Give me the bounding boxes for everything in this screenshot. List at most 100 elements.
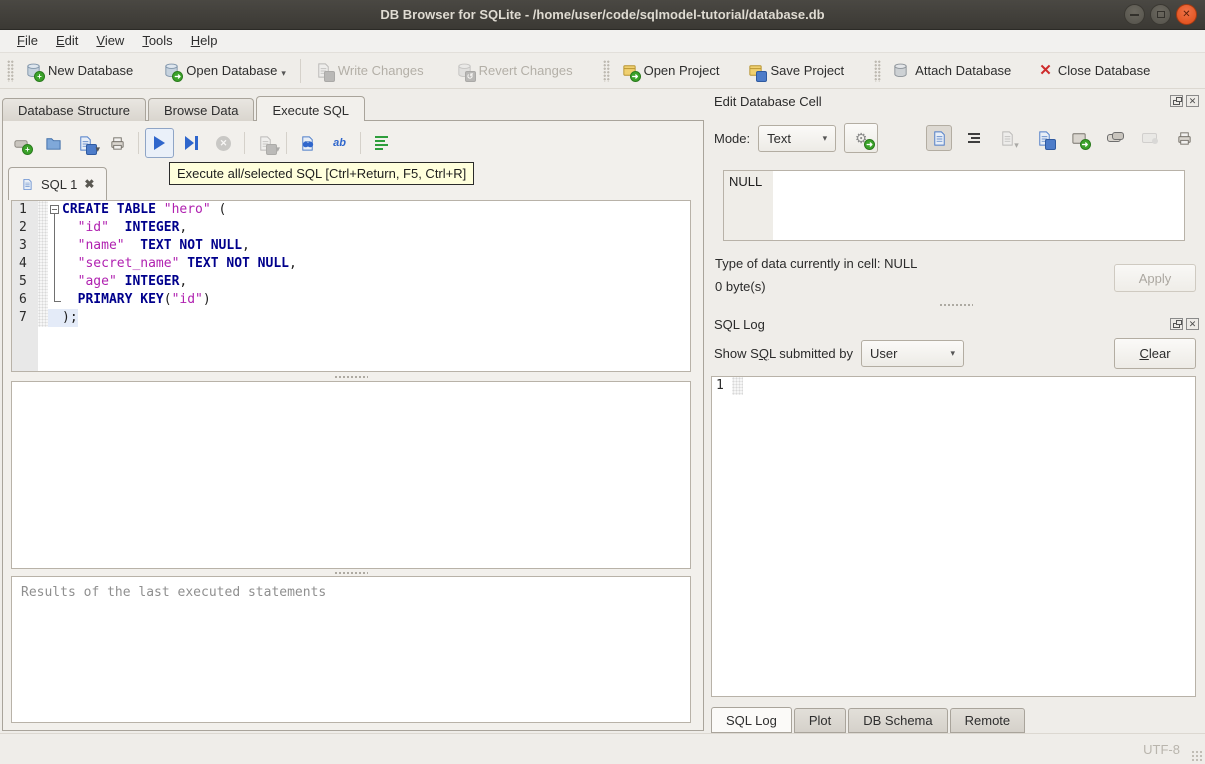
toolbar-drag-handle[interactable] — [602, 59, 610, 82]
open-database-button[interactable]: ➜ Open Database ▾ — [155, 57, 294, 84]
new-sql-tab-button[interactable]: + — [7, 128, 36, 158]
save-sql-file-button[interactable]: ▾ — [71, 128, 100, 158]
open-file-icon — [45, 135, 62, 152]
menu-tools[interactable]: Tools — [133, 30, 181, 52]
save-project-button[interactable]: Save Project — [739, 57, 852, 84]
chevron-down-icon: ▾ — [950, 348, 955, 358]
revert-changes-button[interactable]: ↺ Revert Changes — [448, 57, 581, 84]
print-cell-button[interactable] — [1171, 125, 1197, 151]
resize-grip[interactable] — [1191, 750, 1203, 762]
sql-log-view[interactable]: 1 — [711, 376, 1196, 697]
save-file-dropdown-icon[interactable]: ▾ — [95, 144, 100, 155]
menu-view[interactable]: View — [87, 30, 133, 52]
dock-close-icon[interactable]: ✕ — [1186, 95, 1199, 107]
apply-button[interactable]: Apply — [1114, 264, 1196, 292]
results-message-pane[interactable]: Results of the last executed statements — [11, 576, 691, 723]
stop-icon: ✕ — [216, 135, 231, 151]
code-line[interactable]: 4 "secret_name" TEXT NOT NULL, — [12, 255, 690, 273]
set-null-button[interactable] — [1136, 125, 1162, 151]
close-button[interactable]: ✕ — [1176, 4, 1197, 25]
stop-execution-button[interactable]: ✕ — [209, 128, 238, 158]
close-database-button[interactable]: ✕ Close Database — [1031, 57, 1158, 84]
link-icon — [1107, 132, 1124, 142]
word-wrap-icon — [968, 133, 980, 143]
mode-label: Mode: — [714, 130, 751, 146]
encoding-indicator[interactable]: UTF-8 — [1143, 742, 1180, 757]
tab-execute-sql[interactable]: Execute SQL — [256, 96, 366, 122]
execute-line-button[interactable] — [177, 128, 206, 158]
tab-db-schema[interactable]: DB Schema — [848, 708, 948, 733]
attach-database-button[interactable]: Attach Database — [884, 57, 1019, 84]
toolbar-separator — [299, 58, 301, 83]
execute-all-button[interactable] — [145, 128, 174, 158]
print-sql-button[interactable] — [103, 128, 132, 158]
dock-splitter[interactable] — [706, 301, 1205, 309]
edit-cell-dock-header[interactable]: Edit Database Cell ✕ — [706, 91, 1205, 111]
submitted-by-select[interactable]: User ▾ — [861, 340, 964, 367]
execute-all-icon — [154, 136, 165, 150]
cell-value-editor[interactable]: NULL — [723, 170, 1185, 241]
title-bar[interactable]: DB Browser for SQLite - /home/user/code/… — [0, 0, 1205, 30]
results-placeholder: Results of the last executed statements — [21, 585, 327, 600]
cell-editor-toolbar: ▾ ➜ — [926, 123, 1197, 153]
mode-select[interactable]: Text ▾ — [758, 124, 837, 152]
open-project-button[interactable]: ➜ Open Project — [613, 57, 728, 84]
open-sql-file-button[interactable] — [39, 128, 68, 158]
new-database-button[interactable]: + New Database — [17, 57, 141, 84]
dock-float-icon[interactable] — [1170, 318, 1183, 330]
find-replace-button[interactable] — [293, 128, 322, 158]
code-line[interactable]: 3 "name" TEXT NOT NULL, — [12, 237, 690, 255]
bottom-tab-bar: SQL Log Plot DB Schema Remote — [711, 706, 1027, 733]
close-tab-icon[interactable]: ✖ — [84, 177, 94, 191]
dock-float-icon[interactable] — [1170, 95, 1183, 107]
code-line[interactable]: 2 "id" INTEGER, — [12, 219, 690, 237]
clear-log-button[interactable]: Clear — [1114, 338, 1196, 369]
minimize-button[interactable] — [1124, 4, 1145, 25]
maximize-button[interactable] — [1150, 4, 1171, 25]
export-data-button[interactable] — [1031, 125, 1057, 151]
tab-database-structure[interactable]: Database Structure — [2, 98, 147, 121]
open-in-external-button[interactable]: ➜ — [1066, 125, 1092, 151]
auto-switch-mode-button[interactable]: ⚙ ➜ — [844, 123, 879, 153]
sql-document-tab[interactable]: SQL 1 ✖ — [8, 167, 108, 200]
print-icon — [1176, 130, 1193, 147]
menu-file[interactable]: File — [8, 30, 47, 52]
code-line[interactable]: 6 PRIMARY KEY("id") — [12, 291, 690, 309]
toolbar-drag-handle[interactable] — [874, 59, 882, 82]
execute-line-icon — [185, 136, 194, 150]
cell-size-info: 0 byte(s) — [715, 279, 766, 294]
dock-close-icon[interactable]: ✕ — [1186, 318, 1199, 330]
code-line[interactable]: 7); — [12, 309, 690, 327]
set-null-icon — [1141, 133, 1158, 144]
copy-link-button[interactable] — [1101, 125, 1127, 151]
tab-plot[interactable]: Plot — [793, 708, 847, 733]
code-line[interactable]: 1 CREATE TABLE "hero" ( — [12, 201, 690, 219]
toolbar-drag-handle[interactable] — [7, 59, 14, 82]
results-grid-pane[interactable] — [11, 381, 691, 569]
menu-help[interactable]: Help — [182, 30, 227, 52]
text-mode-button[interactable] — [926, 125, 952, 151]
sql-log-dock-header[interactable]: SQL Log ✕ — [706, 314, 1205, 334]
tab-sql-log[interactable]: SQL Log — [711, 707, 792, 733]
print-icon — [109, 135, 126, 152]
app-window: DB Browser for SQLite - /home/user/code/… — [0, 0, 1205, 764]
word-wrap-button[interactable] — [961, 125, 987, 151]
new-database-icon: + — [25, 62, 45, 82]
code-line[interactable]: 5 "age" INTEGER, — [12, 273, 690, 291]
log-line-number: 1 — [716, 378, 724, 393]
auto-completion-button[interactable]: ab — [325, 128, 354, 158]
save-file-icon — [77, 135, 97, 155]
menu-edit[interactable]: Edit — [47, 30, 87, 52]
open-database-dropdown-icon[interactable]: ▾ — [281, 68, 286, 79]
save-results-dropdown-icon: ▾ — [275, 144, 280, 154]
tab-browse-data[interactable]: Browse Data — [148, 98, 255, 121]
sql-code-editor[interactable]: 1 CREATE TABLE "hero" (2 "id" INTEGER, 3 "… — [11, 200, 691, 372]
save-results-button[interactable]: ▾ — [251, 128, 280, 158]
write-changes-button[interactable]: Write Changes — [307, 57, 432, 84]
cell-value: NULL — [729, 174, 763, 189]
attach-database-icon — [892, 62, 909, 79]
editor-splitter[interactable] — [11, 374, 691, 380]
tab-remote[interactable]: Remote — [949, 708, 1026, 733]
format-sql-button[interactable] — [367, 128, 396, 158]
import-data-button[interactable]: ▾ — [996, 125, 1022, 151]
